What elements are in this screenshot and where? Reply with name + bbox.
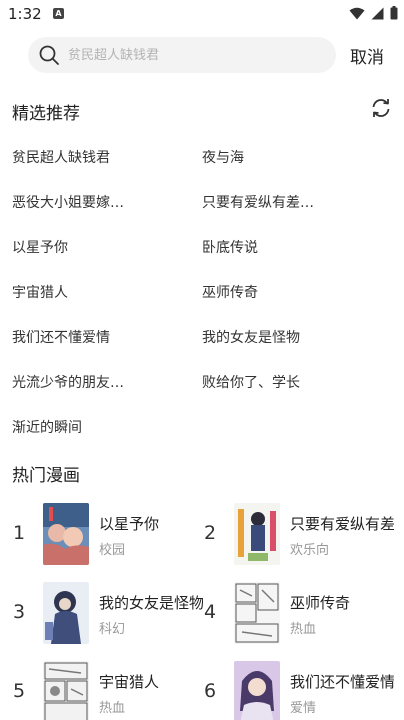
status-bar: 1:32 A	[0, 0, 404, 28]
manga-tag: 科幻	[99, 622, 126, 637]
recommend-item[interactable]: 我们还不懂爱情	[12, 327, 110, 347]
status-indicators	[349, 6, 398, 20]
manga-title: 宇宙猎人	[99, 673, 160, 691]
search-bar[interactable]	[28, 37, 336, 73]
recommend-item[interactable]: 夜与海	[202, 147, 244, 167]
recommend-item[interactable]: 败给你了、学长	[202, 372, 300, 392]
manga-tag: 热血	[99, 701, 126, 716]
manga-tag: 热血	[290, 622, 317, 637]
hot-manga-item[interactable]: 6 我们还不懂爱情 爱情	[204, 661, 394, 720]
manga-rank: 6	[204, 680, 217, 702]
manga-rank: 3	[13, 601, 26, 623]
recommend-item[interactable]: 渐近的瞬间	[12, 417, 82, 437]
battery-icon	[390, 6, 398, 20]
manga-title: 只要有爱纵有差	[290, 515, 394, 533]
recommend-item[interactable]: 卧底传说	[202, 237, 258, 257]
signal-icon	[371, 7, 384, 19]
status-time: 1:32	[8, 5, 42, 23]
cancel-button[interactable]: 取消	[350, 43, 384, 68]
recommend-section-title: 精选推荐	[12, 104, 80, 124]
recommend-item[interactable]: 恶役大小姐要嫁…	[12, 192, 124, 212]
hot-manga-item[interactable]: 4 巫师传奇 热血	[204, 582, 394, 644]
recommend-item[interactable]: 只要有爱纵有差…	[202, 192, 314, 212]
manga-cover	[43, 661, 89, 720]
manga-tag: 校园	[99, 543, 126, 558]
manga-rank: 5	[13, 680, 26, 702]
recommend-item[interactable]: 贫民超人缺钱君	[12, 147, 110, 167]
manga-cover	[43, 503, 89, 565]
refresh-icon[interactable]	[369, 96, 393, 120]
manga-rank: 4	[204, 601, 217, 623]
hot-section-title: 热门漫画	[12, 466, 80, 486]
hot-manga-item[interactable]: 1 以星予你 校园	[13, 503, 203, 565]
search-icon	[39, 45, 59, 65]
hot-manga-item[interactable]: 5 宇宙猎人 热血	[13, 661, 203, 720]
manga-cover	[43, 582, 89, 644]
search-input[interactable]	[68, 37, 328, 73]
notification-app-icon: A	[53, 8, 64, 19]
manga-title: 我们还不懂爱情	[290, 673, 394, 691]
hot-manga-item[interactable]: 2 只要有爱纵有差 欢乐向	[204, 503, 394, 565]
manga-cover	[234, 661, 280, 720]
recommend-item[interactable]: 以星予你	[12, 237, 68, 257]
manga-title: 以星予你	[99, 515, 160, 533]
manga-title: 我的女友是怪物	[99, 594, 203, 612]
recommend-item[interactable]: 宇宙猎人	[12, 282, 68, 302]
manga-rank: 2	[204, 522, 217, 544]
manga-cover	[234, 503, 280, 565]
manga-cover	[234, 582, 280, 644]
manga-tag: 欢乐向	[290, 543, 330, 558]
wifi-icon	[349, 7, 365, 19]
recommend-item[interactable]: 我的女友是怪物	[202, 327, 300, 347]
manga-rank: 1	[13, 522, 26, 544]
manga-tag: 爱情	[290, 701, 317, 716]
recommend-item[interactable]: 光流少爷的朋友…	[12, 372, 124, 392]
hot-manga-item[interactable]: 3 我的女友是怪物 科幻	[13, 582, 203, 644]
recommend-item[interactable]: 巫师传奇	[202, 282, 258, 302]
manga-title: 巫师传奇	[290, 594, 351, 612]
